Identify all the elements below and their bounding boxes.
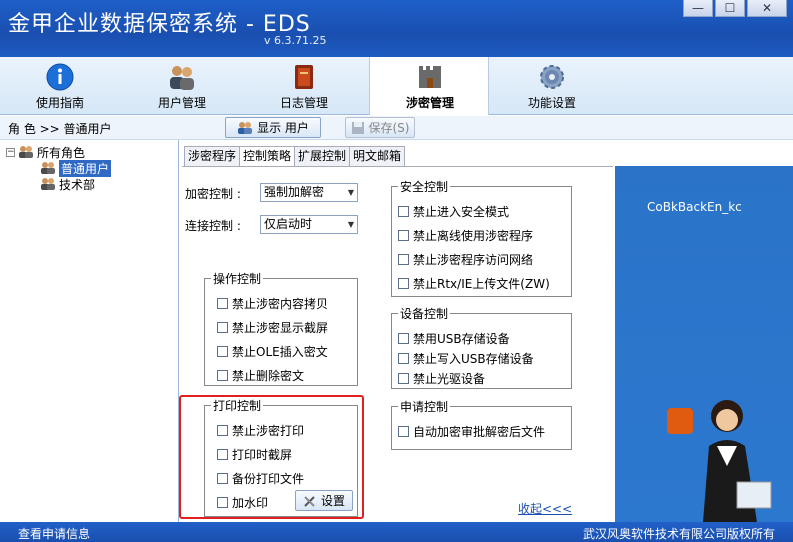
checkbox-no-usb-write[interactable]: 禁止写入USB存储设备 [398, 350, 534, 367]
title-bar: 金甲企业数据保密系统 - EDS v 6.3.71.25 — ☐ ✕ [0, 0, 793, 57]
side-banner: CoBkBackEn_kc [615, 166, 793, 522]
role-tree: − 所有角色 普通用户 技术部 [0, 140, 179, 522]
users-icon [170, 66, 194, 90]
app-version: v 6.3.71.25 [264, 34, 327, 47]
tool-log-management[interactable]: 日志管理 [244, 57, 364, 115]
request-control-group: 申请控制 自动加密审批解密后文件 [391, 398, 572, 450]
tab-secret-programs[interactable]: 涉密程序 [184, 146, 241, 166]
save-button[interactable]: 保存(S) [345, 117, 415, 138]
tree-root[interactable]: − 所有角色 [6, 144, 85, 160]
checkbox-no-cdrom[interactable]: 禁止光驱设备 [398, 370, 485, 387]
status-bar: 查看申请信息 武汉风奥软件技术有限公司版权所有 [0, 522, 793, 542]
tab-extended-control[interactable]: 扩展控制 [294, 146, 351, 166]
device-control-group: 设备控制 禁用USB存储设备 禁止写入USB存储设备 禁止光驱设备 [391, 305, 572, 389]
checkbox-no-ole[interactable]: 禁止OLE插入密文 [217, 343, 328, 360]
tree-item-tech-dept[interactable]: 技术部 [40, 176, 95, 192]
save-icon [351, 121, 364, 134]
users-icon [19, 146, 33, 158]
connect-control-select[interactable]: 仅启动时 ▼ [260, 215, 358, 234]
dropdown-arrow-icon: ▼ [347, 220, 354, 229]
tab-control-policy[interactable]: 控制策略 [239, 146, 296, 167]
tool-user-guide[interactable]: 使用指南 [0, 57, 120, 115]
tool-function-settings[interactable]: 功能设置 [492, 57, 612, 115]
copyright-text: 武汉风奥软件技术有限公司版权所有 [582, 527, 775, 541]
checkbox-no-screenshot[interactable]: 禁止涉密显示截屏 [217, 319, 328, 336]
tree-item-normal-user[interactable]: 普通用户 [40, 159, 112, 177]
users-icon [41, 178, 55, 190]
checkbox-auto-encrypt[interactable]: 自动加密审批解密后文件 [398, 423, 545, 440]
checkbox-no-upload[interactable]: 禁止Rtx/IE上传文件(ZW) [398, 275, 550, 292]
dropdown-arrow-icon: ▼ [347, 188, 354, 197]
tool-user-management[interactable]: 用户管理 [122, 57, 242, 115]
policy-tabs: 涉密程序 控制策略 扩展控制 明文邮箱 [184, 146, 406, 167]
breadcrumb: 角 色 >> 普通用户 [8, 122, 112, 136]
maximize-button[interactable]: ☐ [715, 0, 745, 17]
banner-text: CoBkBackEn_kc [647, 200, 742, 214]
checkbox-no-network[interactable]: 禁止涉密程序访问网络 [398, 251, 533, 268]
checkbox-disable-usb[interactable]: 禁用USB存储设备 [398, 330, 510, 347]
checkbox-no-offline[interactable]: 禁止离线使用涉密程序 [398, 227, 533, 244]
security-control-group: 安全控制 禁止进入安全模式 禁止离线使用涉密程序 禁止涉密程序访问网络 禁止Rt… [391, 178, 572, 297]
assistant-illustration [667, 400, 772, 522]
castle-icon [419, 66, 441, 88]
checkbox-no-delete[interactable]: 禁止删除密文 [217, 367, 304, 384]
users-icon [238, 121, 253, 134]
highlight-frame [179, 395, 364, 519]
log-book-icon [295, 65, 313, 89]
encrypt-control-select[interactable]: 强制加解密 ▼ [260, 183, 358, 202]
minimize-button[interactable]: — [683, 0, 713, 17]
connect-control-label: 连接控制 : [185, 219, 241, 233]
operation-control-group: 操作控制 禁止涉密内容拷贝 禁止涉密显示截屏 禁止OLE插入密文 禁止删除密文 [204, 270, 358, 386]
close-button[interactable]: ✕ [747, 0, 787, 17]
show-users-button[interactable]: 显示 用户 [225, 117, 321, 138]
sub-toolbar: 角 色 >> 普通用户 显示 用户 保存(S) [0, 116, 793, 140]
users-icon [41, 162, 55, 174]
main-toolbar: 使用指南 用户管理 日志管理 涉密管理 功能设置 [0, 57, 793, 115]
collapse-link[interactable]: 收起<<< [518, 500, 572, 517]
gear-icon [540, 65, 564, 89]
tool-secret-management[interactable]: 涉密管理 [369, 57, 489, 115]
window-controls: — ☐ ✕ [683, 0, 787, 17]
checkbox-no-safe-mode[interactable]: 禁止进入安全模式 [398, 203, 509, 220]
checkbox-no-copy[interactable]: 禁止涉密内容拷贝 [217, 295, 328, 312]
view-requests-link[interactable]: 查看申请信息 [18, 525, 90, 542]
tab-plain-mailbox[interactable]: 明文邮箱 [349, 146, 406, 166]
encrypt-control-label: 加密控制 : [185, 187, 241, 201]
info-icon [46, 63, 74, 91]
collapse-toggle-icon[interactable]: − [6, 147, 15, 157]
